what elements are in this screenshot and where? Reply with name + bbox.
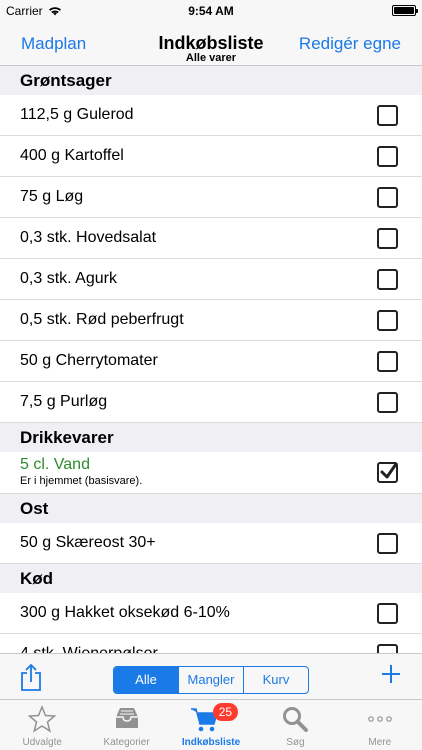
item-label: 400 g Kartoffel [20, 147, 124, 164]
edit-own-button[interactable]: Redigér egne [299, 34, 401, 54]
item-checkbox-checked[interactable] [377, 462, 398, 483]
list-item[interactable]: 300 g Hakket oksekød 6-10% [0, 593, 422, 634]
list-item[interactable]: 75 g Løg [0, 177, 422, 218]
list-item[interactable]: 0,5 stk. Rød peberfrugt [0, 300, 422, 341]
list-item[interactable]: 50 g Skæreost 30+ [0, 523, 422, 564]
segment-missing[interactable]: Mangler [178, 667, 243, 693]
tab-label: Indkøbsliste [181, 737, 241, 748]
list-item[interactable]: 50 g Cherrytomater [0, 341, 422, 382]
item-label: 50 g Cherrytomater [20, 352, 158, 369]
section-header-meat: Kød [0, 564, 422, 593]
list-item[interactable]: 0,3 stk. Agurk [0, 259, 422, 300]
list-item[interactable]: 0,3 stk. Hovedsalat [0, 218, 422, 259]
item-checkbox[interactable] [377, 603, 398, 624]
tab-label: Mere [368, 737, 392, 748]
section-header-drinks: Drikkevarer [0, 423, 422, 452]
item-checkbox[interactable] [377, 228, 398, 249]
more-icon [368, 716, 392, 722]
battery-indicator [392, 5, 418, 16]
segment-basket[interactable]: Kurv [243, 667, 308, 693]
section-header-vegetables: Grøntsager [0, 66, 422, 95]
bottom-toolbar: Alle Mangler Kurv [0, 653, 422, 699]
item-label: 75 g Løg [20, 188, 84, 205]
item-label: 5 cl. Vand [20, 456, 90, 473]
item-checkbox[interactable] [377, 269, 398, 290]
item-checkbox[interactable] [377, 105, 398, 126]
list-item[interactable]: 7,5 g Purløg [0, 382, 422, 423]
tab-label: Kategorier [103, 737, 150, 748]
section-header-cheese: Ost [0, 494, 422, 523]
tab-shopping-list[interactable]: 25 Indkøbsliste [169, 700, 253, 750]
item-note: Er i hjemmet (basisvare). [20, 475, 143, 487]
item-checkbox[interactable] [377, 392, 398, 413]
tray-icon [115, 708, 138, 728]
tab-featured[interactable]: Udvalgte [0, 700, 84, 750]
checkmark-icon [380, 463, 398, 479]
item-label: 112,5 g Gulerod [20, 106, 134, 123]
status-time: 9:54 AM [188, 4, 234, 18]
list-item[interactable]: 400 g Kartoffel [0, 136, 422, 177]
item-label: 300 g Hakket oksekød 6-10% [20, 604, 230, 621]
segment-all[interactable]: Alle [114, 667, 178, 693]
filter-segmented-control[interactable]: Alle Mangler Kurv [113, 666, 309, 694]
tab-search[interactable]: Søg [253, 700, 337, 750]
tab-bar: Udvalgte Kategorier 25 Indkøbsliste Søg … [0, 699, 422, 750]
item-label: 0,5 stk. Rød peberfrugt [20, 311, 184, 328]
item-checkbox[interactable] [377, 644, 398, 653]
shopping-list[interactable]: Grøntsager 112,5 g Gulerod 400 g Kartoff… [0, 66, 422, 653]
list-item[interactable]: 4 stk. Wienerpølser [0, 634, 422, 653]
item-checkbox[interactable] [377, 310, 398, 331]
item-label: 7,5 g Purløg [20, 393, 108, 410]
status-bar: Carrier 9:54 AM [0, 0, 422, 22]
item-checkbox[interactable] [377, 146, 398, 167]
cart-count-badge: 25 [212, 703, 239, 721]
list-item[interactable]: 5 cl. Vand Er i hjemmet (basisvare). [0, 452, 422, 494]
item-label: 0,3 stk. Agurk [20, 270, 117, 287]
add-icon[interactable] [380, 663, 402, 685]
search-icon [283, 707, 309, 732]
item-checkbox[interactable] [377, 351, 398, 372]
tab-label: Søg [286, 737, 305, 748]
item-label: 0,3 stk. Hovedsalat [20, 229, 157, 246]
item-label: 50 g Skæreost 30+ [20, 534, 156, 551]
list-item[interactable]: 112,5 g Gulerod [0, 95, 422, 136]
share-icon[interactable] [20, 664, 42, 692]
item-checkbox[interactable] [377, 533, 398, 554]
item-label: 4 stk. Wienerpølser [20, 645, 158, 653]
tab-categories[interactable]: Kategorier [84, 700, 168, 750]
navigation-bar: Madplan Indkøbsliste Alle varer Redigér … [0, 22, 422, 66]
star-icon [28, 705, 57, 733]
battery-icon [392, 5, 418, 16]
tab-label: Udvalgte [22, 737, 62, 748]
tab-more[interactable]: Mere [338, 700, 422, 750]
item-checkbox[interactable] [377, 187, 398, 208]
